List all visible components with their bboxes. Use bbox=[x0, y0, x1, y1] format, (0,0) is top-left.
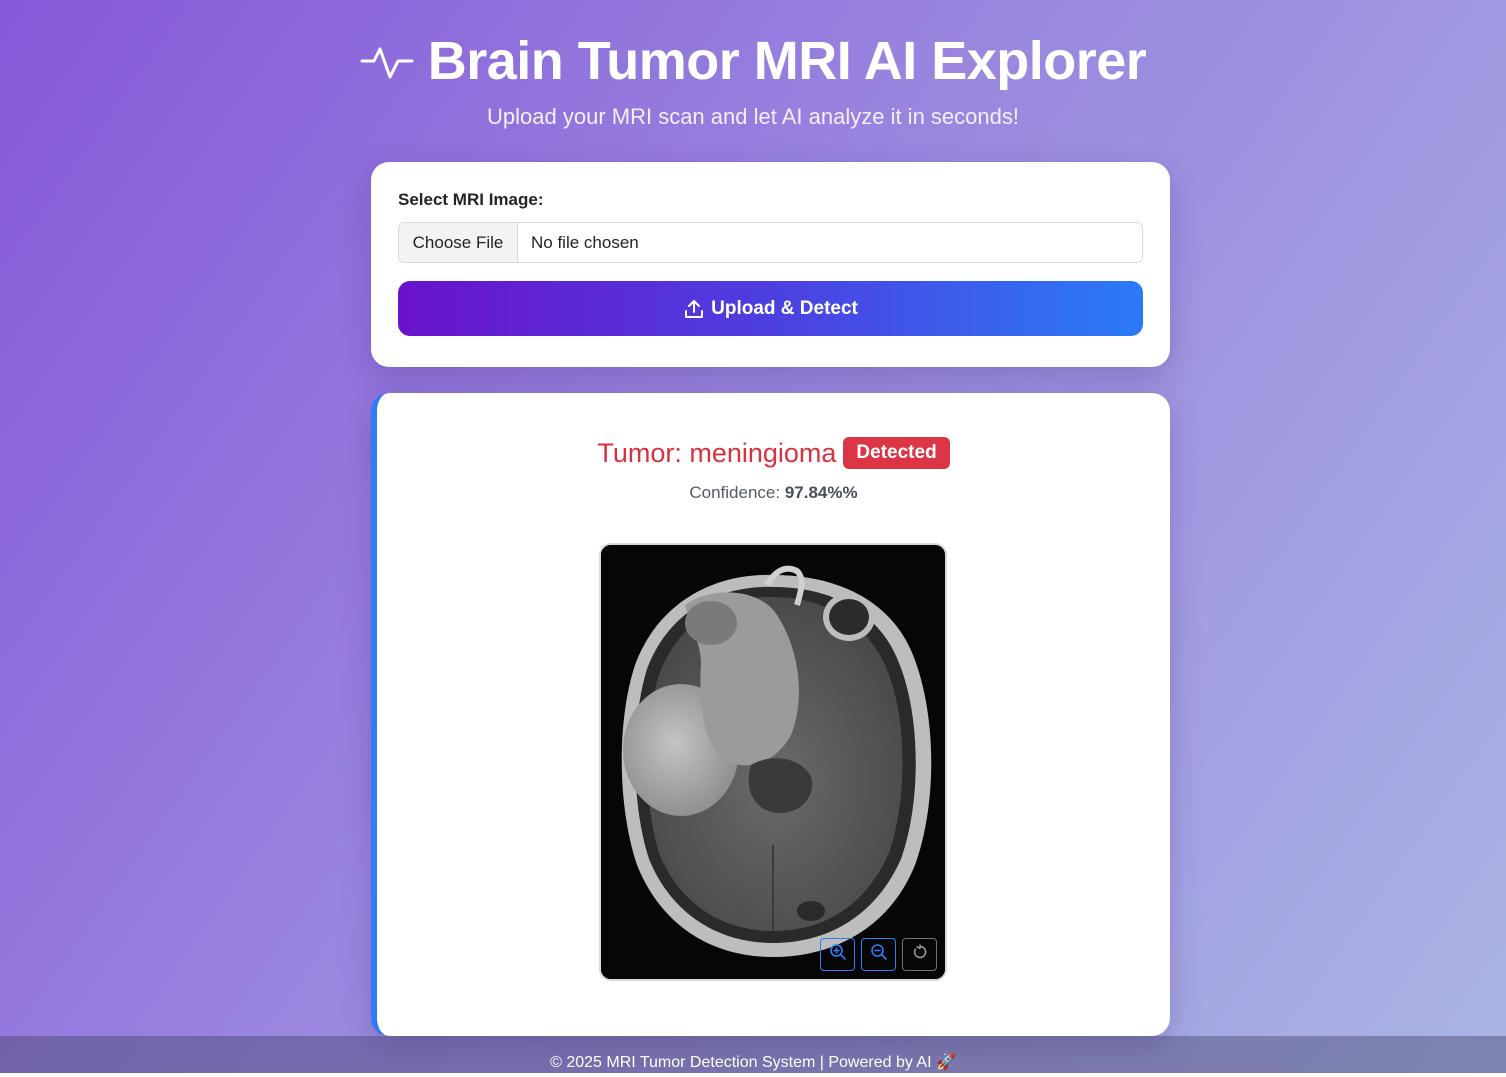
footer-bottom-strip bbox=[0, 1073, 1506, 1077]
zoom-out-icon bbox=[870, 943, 888, 966]
mri-scan-image bbox=[601, 545, 945, 979]
reset-icon bbox=[912, 944, 928, 965]
file-input[interactable]: Choose File No file chosen bbox=[398, 222, 1143, 263]
tumor-prefix: Tumor: bbox=[597, 437, 690, 468]
mri-image[interactable] bbox=[599, 543, 947, 981]
confidence: Confidence: 97.84%% bbox=[377, 483, 1170, 503]
activity-pulse-icon bbox=[360, 39, 414, 83]
status-badge: Detected bbox=[843, 437, 950, 469]
select-image-label: Select MRI Image: bbox=[398, 190, 544, 209]
zoom-in-icon bbox=[829, 943, 847, 966]
zoom-out-button[interactable] bbox=[861, 938, 896, 971]
page-title: Brain Tumor MRI AI Explorer bbox=[427, 31, 1147, 91]
result-card: Tumor: meningioma Detected Confidence: 9… bbox=[371, 393, 1170, 1036]
confidence-label: Confidence: bbox=[689, 483, 785, 502]
zoom-in-button[interactable] bbox=[820, 938, 855, 971]
page-header: Brain Tumor MRI AI Explorer Upload your … bbox=[0, 30, 1506, 130]
title-row: Brain Tumor MRI AI Explorer bbox=[0, 30, 1506, 92]
result-row: Tumor: meningioma Detected bbox=[377, 437, 1170, 469]
tumor-type: meningioma bbox=[689, 437, 837, 468]
file-status: No file chosen bbox=[531, 232, 639, 252]
upload-icon bbox=[683, 298, 705, 320]
zoom-controls bbox=[820, 938, 937, 971]
upload-card: Select MRI Image: Choose File No file ch… bbox=[371, 162, 1170, 367]
upload-detect-button[interactable]: Upload & Detect bbox=[398, 281, 1143, 336]
reset-view-button[interactable] bbox=[902, 938, 937, 971]
tumor-result: Tumor: meningioma bbox=[597, 438, 836, 469]
upload-button-label: Upload & Detect bbox=[711, 297, 858, 319]
footer-text: © 2025 MRI Tumor Detection System | Powe… bbox=[550, 1054, 956, 1071]
confidence-value: 97.84%% bbox=[784, 483, 858, 502]
page-footer: © 2025 MRI Tumor Detection System | Powe… bbox=[0, 1036, 1506, 1073]
page-subtitle: Upload your MRI scan and let AI analyze … bbox=[487, 104, 1019, 129]
choose-file-button[interactable]: Choose File bbox=[399, 223, 518, 262]
